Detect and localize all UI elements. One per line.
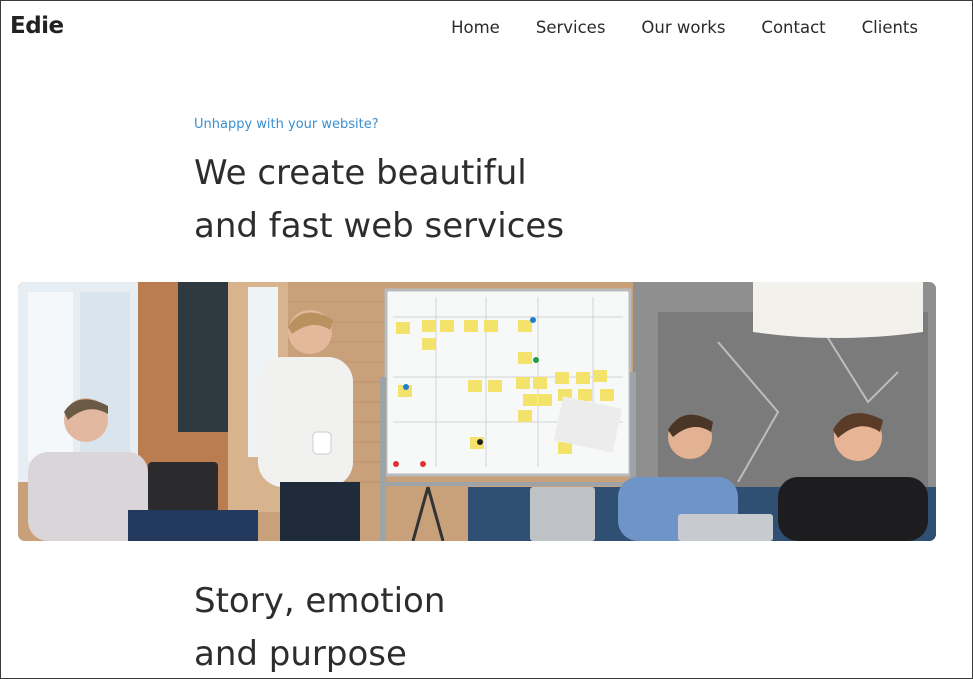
site-logo[interactable]: Edie <box>10 13 64 39</box>
hero-kicker: Unhappy with your website? <box>194 117 379 132</box>
hero-headline-line-2: and fast web services <box>194 206 565 246</box>
nav-home-link[interactable]: Home <box>451 18 500 37</box>
nav-contact-link[interactable]: Contact <box>761 18 825 37</box>
nav-services-link[interactable]: Services <box>536 18 606 37</box>
section-title-line-1: Story, emotion <box>194 581 446 621</box>
hero-headline-line-1: We create beautiful <box>194 153 527 193</box>
hero-headline: We create beautiful and fast web service… <box>194 147 754 253</box>
hero-photo <box>18 282 936 541</box>
nav-our-works-link[interactable]: Our works <box>641 18 725 37</box>
page: Edie Home Services Our works Contact Cli… <box>0 0 973 679</box>
section-title-line-2: and purpose <box>194 634 407 674</box>
main-nav: Home Services Our works Contact Clients <box>451 18 918 37</box>
section-title: Story, emotion and purpose <box>194 575 754 678</box>
nav-clients-link[interactable]: Clients <box>862 18 918 37</box>
team-meeting-photo <box>18 282 936 541</box>
